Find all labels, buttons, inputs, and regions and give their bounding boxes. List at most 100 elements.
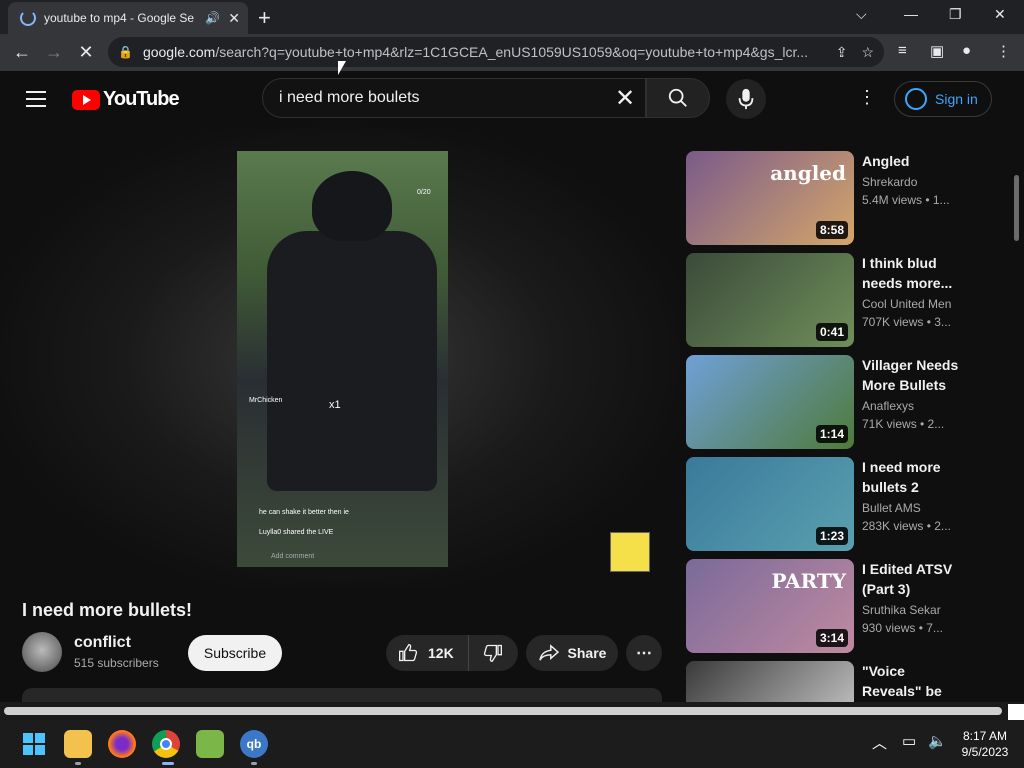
related-video-item[interactable]: 1:14 Villager Needs More Bullets -... Anaf…	[686, 355, 1006, 449]
bookmark-star-icon[interactable]: ☆	[861, 44, 874, 61]
related-video-channel[interactable]: Bullet AMS	[862, 501, 921, 515]
speaker-icon[interactable]: 🔊	[205, 11, 220, 25]
youtube-logo[interactable]: YouTube	[72, 88, 180, 111]
video-player[interactable]: 0/20 MrChicken x1 he can shake it better…	[0, 127, 680, 587]
tab-title: youtube to mp4 - Google Se	[44, 11, 195, 25]
duration-badge: 8:58	[815, 221, 848, 239]
related-video-channel[interactable]: Anaflexys	[862, 399, 914, 413]
related-video-meta: 5.4M views • 1...	[862, 193, 950, 207]
browser-tab-strip: youtube to mp4 - Google Se 🔊 ✕ + ⌵ — ❐ ✕	[0, 0, 1024, 34]
chrome-icon[interactable]	[152, 730, 180, 758]
video-thumbnail[interactable]: PARTY 3:14	[686, 559, 854, 653]
paint-app-icon[interactable]	[196, 730, 224, 758]
voice-search-button[interactable]	[726, 79, 766, 119]
channel-avatar[interactable]	[22, 632, 62, 672]
search-button[interactable]	[646, 78, 710, 118]
pikachu-sticker	[610, 532, 650, 572]
sign-in-button[interactable]: Sign in	[894, 81, 992, 117]
menu-icon[interactable]	[26, 91, 46, 107]
share-page-icon[interactable]: ⇪	[836, 44, 848, 61]
thumbnail-text: PARTY	[771, 569, 846, 593]
close-window-button[interactable]: ✕	[994, 6, 1006, 23]
more-actions-button[interactable]: ⋯	[626, 635, 662, 671]
volume-icon[interactable]: 🔈	[928, 732, 947, 750]
related-video-item[interactable]: angled 8:58 Angled Shrekardo 5.4M views • 1.…	[686, 151, 1006, 245]
minimize-button[interactable]: —	[904, 6, 918, 22]
profile-icon[interactable]: ●	[962, 42, 971, 59]
related-video-title[interactable]: Angled	[862, 151, 966, 171]
related-video-channel[interactable]: Shrekardo	[862, 175, 917, 189]
video-thumbnail[interactable]: angled 8:58	[686, 151, 854, 245]
thumbs-up-icon	[399, 643, 418, 662]
related-video-title[interactable]: I Edited ATSV (Part 3)	[862, 559, 966, 599]
related-video-channel[interactable]: Sruthika Sekar	[862, 603, 941, 617]
url-text[interactable]: google.com/search?q=youtube+to+mp4&rlz=1…	[143, 44, 822, 60]
restore-button[interactable]: ❐	[949, 6, 962, 23]
like-dislike-group: 12K	[386, 635, 518, 671]
related-video-meta: 71K views • 2...	[862, 417, 945, 431]
tab-search-chevron-icon[interactable]: ⌵	[856, 6, 867, 23]
settings-more-icon[interactable]: ⋮	[858, 87, 876, 108]
more-horizontal-icon: ⋯	[636, 645, 652, 662]
related-video-title[interactable]: I think blud needs more...	[862, 253, 966, 293]
video-thumbnail[interactable]: 1:23	[686, 457, 854, 551]
stop-loading-icon[interactable]: ✕	[70, 42, 102, 63]
chrome-menu-icon[interactable]: ⋮	[996, 42, 1011, 60]
share-button[interactable]: Share	[526, 635, 618, 671]
thumbnail-text: angled	[770, 161, 846, 185]
side-panel-icon[interactable]: ▣	[930, 42, 944, 60]
related-video-item[interactable]: 1:23 I need more bullets 2 Bullet AMS 283K …	[686, 457, 1006, 551]
search-input[interactable]: i need more boulets ✕	[262, 78, 646, 118]
related-video-meta: 930 views • 7...	[862, 621, 943, 635]
channel-name[interactable]: conflict	[74, 634, 131, 652]
youtube-play-icon	[72, 89, 100, 110]
show-hidden-icons-chevron[interactable]: ︿	[872, 732, 887, 753]
qbittorrent-icon[interactable]: qb	[240, 730, 268, 758]
video-title: I need more bullets!	[22, 600, 193, 620]
related-video-item[interactable]: 0:41 I think blud needs more... Cool Unite…	[686, 253, 1006, 347]
new-tab-button[interactable]: +	[258, 5, 271, 31]
related-video-title[interactable]: Villager Needs More Bullets -...	[862, 355, 966, 395]
system-clock[interactable]: 8:17 AM 9/5/2023	[950, 728, 1020, 760]
video-person	[267, 231, 437, 491]
search-query[interactable]: i need more boulets	[279, 89, 605, 107]
horizontal-scrollbar[interactable]	[0, 702, 1024, 720]
video-frame[interactable]: 0/20 MrChicken x1 he can shake it better…	[237, 151, 448, 567]
youtube-header: YouTube i need more boulets ✕ ⋮ Sign in	[0, 71, 1024, 127]
browser-toolbar: ← → ✕ 🔒 google.com/search?q=youtube+to+m…	[0, 34, 1024, 71]
video-thumbnail[interactable]: 1:14	[686, 355, 854, 449]
file-explorer-icon[interactable]	[64, 730, 92, 758]
account-icon	[905, 88, 927, 110]
duration-badge: 1:23	[815, 527, 848, 545]
video-person-head	[312, 171, 392, 241]
like-button[interactable]: 12K	[386, 635, 469, 671]
browser-tab[interactable]: youtube to mp4 - Google Se 🔊 ✕	[8, 2, 248, 34]
network-icon[interactable]: ▭	[902, 732, 916, 750]
loading-spinner-icon	[20, 10, 36, 26]
windows-start-icon[interactable]	[20, 730, 48, 758]
related-video-channel[interactable]: Cool United Men	[862, 297, 951, 311]
duration-badge: 0:41	[815, 323, 848, 341]
close-tab-icon[interactable]: ✕	[228, 10, 240, 27]
duration-badge: 3:14	[815, 629, 848, 647]
address-bar[interactable]: 🔒 google.com/search?q=youtube+to+mp4&rlz…	[108, 37, 884, 67]
video-thumbnail[interactable]: 0:41	[686, 253, 854, 347]
thumbs-down-icon	[484, 644, 503, 663]
page-scrollbar[interactable]	[1012, 127, 1020, 701]
forward-arrow-icon[interactable]: →	[38, 42, 70, 63]
lock-icon: 🔒	[118, 45, 133, 59]
media-controls-icon[interactable]: ≡	[898, 42, 907, 59]
dislike-button[interactable]	[469, 635, 518, 671]
clear-search-icon[interactable]: ✕	[605, 84, 645, 113]
related-video-item[interactable]: PARTY 3:14 I Edited ATSV (Part 3) Sruthika …	[686, 559, 1006, 653]
duration-badge: 1:14	[815, 425, 848, 443]
related-video-title[interactable]: I need more bullets 2	[862, 457, 966, 497]
back-arrow-icon[interactable]: ←	[6, 42, 38, 63]
related-video-title[interactable]: "Voice Reveals" be like...	[862, 661, 966, 701]
related-video-meta: 707K views • 3...	[862, 315, 951, 329]
share-arrow-icon	[538, 644, 559, 661]
subscribe-button[interactable]: Subscribe	[188, 635, 282, 671]
mouse-cursor	[338, 61, 346, 75]
subscriber-count: 515 subscribers	[74, 656, 159, 670]
firefox-icon[interactable]	[108, 730, 136, 758]
